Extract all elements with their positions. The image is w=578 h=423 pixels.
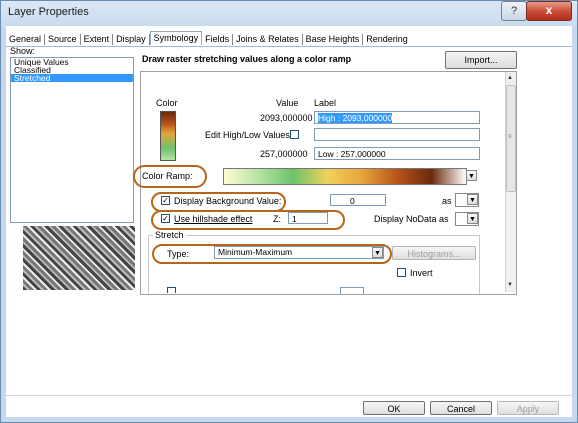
- background-value-field[interactable]: 0: [330, 194, 386, 206]
- value-column-header: Value: [276, 98, 299, 108]
- show-list[interactable]: Unique Values Classified Stretched: [10, 57, 134, 223]
- mid-label-field[interactable]: [314, 128, 480, 141]
- hillshade-checkbox[interactable]: ✓: [161, 214, 170, 223]
- partial-row-checkbox[interactable]: [167, 287, 176, 293]
- help-button[interactable]: ?: [501, 1, 527, 21]
- apply-button[interactable]: Apply: [497, 401, 559, 415]
- tab-symbology[interactable]: Symbology: [149, 31, 203, 45]
- invert-label: Invert: [410, 268, 433, 278]
- stretch-group-label: Stretch: [153, 230, 186, 240]
- close-button[interactable]: x: [526, 1, 572, 21]
- low-value: 257,000000: [260, 149, 308, 159]
- partial-row-field[interactable]: [340, 287, 364, 294]
- renderer-description: Draw raster stretching values along a co…: [142, 54, 352, 64]
- color-ramp-label: Color Ramp:: [142, 171, 193, 181]
- import-button[interactable]: Import...: [445, 51, 517, 69]
- scroll-up-arrow-icon[interactable]: ▲: [506, 73, 514, 83]
- nodata-label: Display NoData as: [374, 214, 449, 224]
- tab-divider: [6, 46, 572, 47]
- z-factor-field[interactable]: 1: [288, 212, 328, 224]
- tab-display[interactable]: Display: [113, 33, 150, 45]
- show-item-stretched[interactable]: Stretched: [11, 74, 133, 82]
- tab-rendering[interactable]: Rendering: [363, 34, 411, 45]
- window-title: Layer Properties: [8, 6, 89, 18]
- color-column-header: Color: [156, 98, 178, 108]
- color-ramp-combo[interactable]: [223, 168, 467, 185]
- cancel-button[interactable]: Cancel: [430, 401, 492, 415]
- background-value-label: Display Background Value:: [174, 196, 282, 206]
- histograms-button[interactable]: Histograms...: [392, 246, 476, 260]
- stretch-type-label: Type:: [167, 249, 190, 259]
- edit-high-low-checkbox[interactable]: [290, 130, 299, 139]
- scroll-down-arrow-icon[interactable]: ▼: [506, 280, 514, 290]
- low-label-field[interactable]: Low : 257,000000: [314, 147, 480, 160]
- tab-base-heights[interactable]: Base Heights: [303, 33, 364, 45]
- tab-source[interactable]: Source: [45, 33, 81, 45]
- color-ramp-dropdown-icon[interactable]: ▼: [466, 170, 477, 181]
- scrollbar-grip-icon: ≡: [508, 134, 512, 140]
- tab-general[interactable]: General: [6, 33, 46, 45]
- high-label-text: High : 2093,000000: [318, 113, 393, 123]
- stretch-type-combo[interactable]: Minimum-Maximum: [214, 246, 384, 259]
- hillshade-label: Use hillshade effect: [174, 214, 253, 224]
- nodata-color-dropdown-icon[interactable]: ▼: [467, 213, 478, 224]
- legend-color-swatch[interactable]: [160, 111, 176, 161]
- stretch-type-dropdown-icon[interactable]: ▼: [372, 247, 383, 258]
- background-color-dropdown-icon[interactable]: ▼: [467, 194, 478, 205]
- background-value-text: 0: [350, 196, 355, 206]
- background-as-label: as: [442, 196, 452, 206]
- invert-checkbox[interactable]: [397, 268, 406, 277]
- label-column-header: Label: [314, 98, 337, 108]
- edit-high-low-label: Edit High/Low Values: [205, 130, 290, 140]
- background-value-checkbox[interactable]: ✓: [161, 196, 170, 205]
- z-factor-label: Z:: [273, 214, 281, 224]
- symbology-preview-image: [23, 226, 135, 290]
- button-separator: [6, 395, 572, 396]
- tab-strip: General Source Extent Display Symbology …: [6, 31, 411, 46]
- tab-joins-relates[interactable]: Joins & Relates: [233, 33, 303, 45]
- high-label-field[interactable]: High : 2093,000000: [314, 111, 480, 124]
- show-label: Show:: [10, 46, 36, 56]
- ok-button[interactable]: OK: [363, 401, 425, 415]
- high-value: 2093,000000: [260, 113, 313, 123]
- tab-fields[interactable]: Fields: [202, 33, 234, 45]
- tab-extent[interactable]: Extent: [81, 33, 114, 45]
